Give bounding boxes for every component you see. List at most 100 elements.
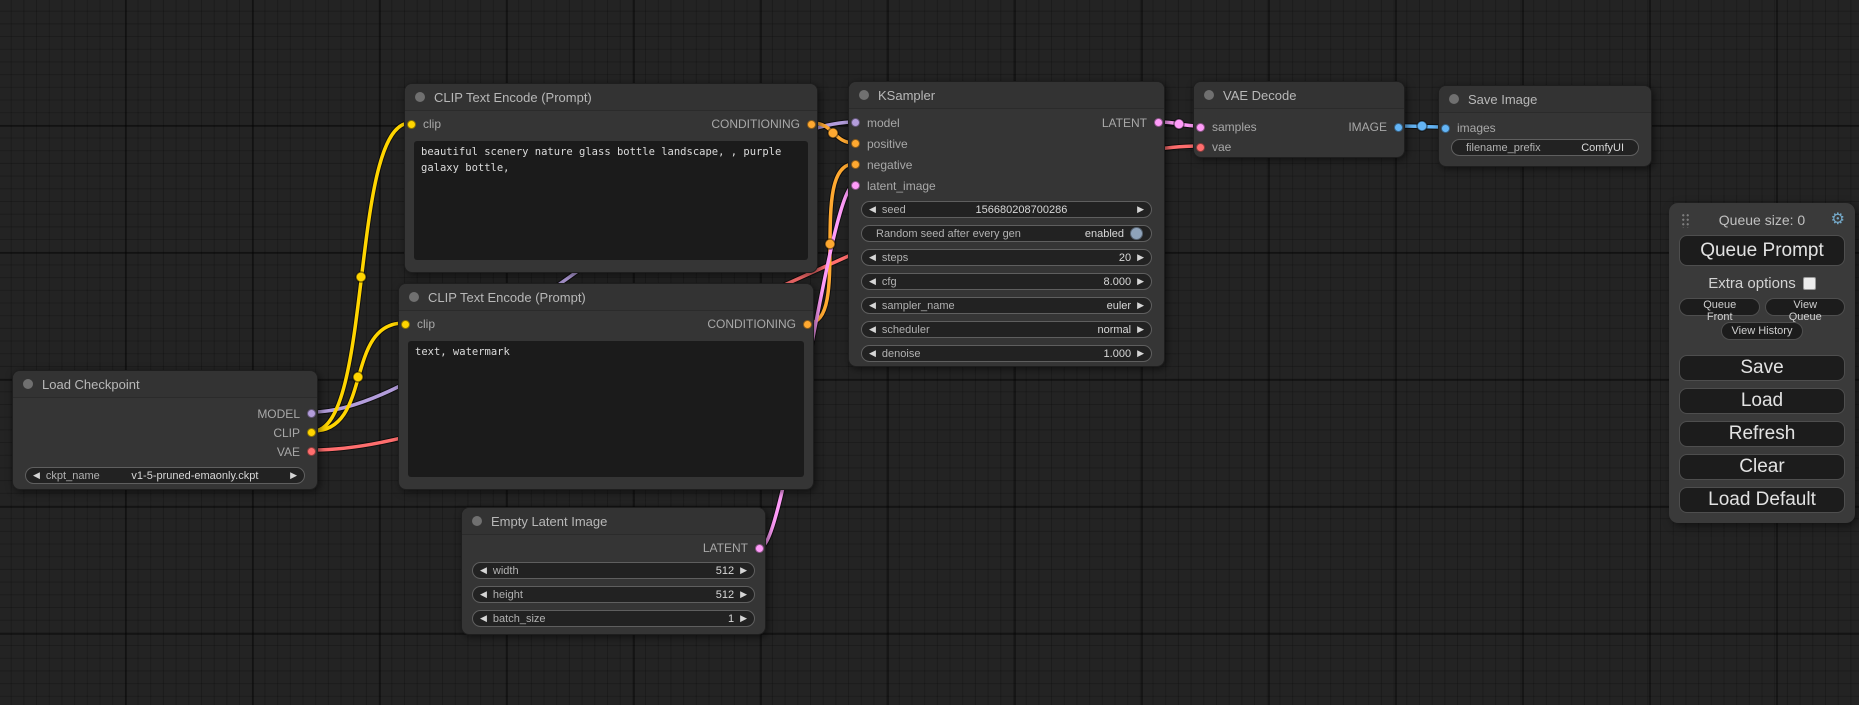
- increment-arrow-icon[interactable]: ▶: [1137, 349, 1144, 358]
- widget-value: enabled: [1085, 228, 1124, 240]
- cfg-widget[interactable]: ◀ cfg 8.000 ▶: [861, 273, 1152, 290]
- toggle-dot-icon[interactable]: [1130, 227, 1143, 240]
- input-slot-samples[interactable]: [1196, 123, 1205, 132]
- widget-label: steps: [882, 252, 908, 264]
- drag-handle-icon[interactable]: [1681, 213, 1690, 228]
- save-button[interactable]: Save: [1679, 355, 1845, 381]
- decrement-arrow-icon[interactable]: ◀: [869, 253, 876, 262]
- load-button[interactable]: Load: [1679, 388, 1845, 414]
- output-slot-latent[interactable]: [755, 544, 764, 553]
- random-seed-toggle-widget[interactable]: Random seed after every gen enabled: [861, 225, 1152, 242]
- increment-arrow-icon[interactable]: ▶: [740, 566, 747, 575]
- decrement-arrow-icon[interactable]: ◀: [869, 349, 876, 358]
- output-slot-latent[interactable]: [1154, 118, 1163, 127]
- queue-prompt-button[interactable]: Queue Prompt: [1679, 235, 1845, 266]
- decrement-arrow-icon[interactable]: ◀: [869, 301, 876, 310]
- node-load-checkpoint[interactable]: Load Checkpoint MODEL CLIP VAE ◀ ckpt_na…: [12, 370, 318, 490]
- node-empty-latent-image[interactable]: Empty Latent Image LATENT ◀ width 512 ▶ …: [461, 507, 766, 635]
- node-title: CLIP Text Encode (Prompt): [434, 90, 592, 105]
- output-slot-image[interactable]: [1394, 123, 1403, 132]
- output-slot-conditioning[interactable]: [807, 120, 816, 129]
- input-slot-model[interactable]: [851, 118, 860, 127]
- collapse-dot-icon[interactable]: [23, 379, 33, 389]
- view-queue-button[interactable]: View Queue: [1765, 298, 1845, 316]
- sampler-name-widget[interactable]: ◀ sampler_name euler ▶: [861, 297, 1152, 314]
- widget-value: normal: [1097, 324, 1131, 336]
- seed-widget[interactable]: ◀ seed 156680208700286 ▶: [861, 201, 1152, 218]
- collapse-dot-icon[interactable]: [1449, 94, 1459, 104]
- output-slot-clip[interactable]: [307, 428, 316, 437]
- input-slot-clip[interactable]: [407, 120, 416, 129]
- node-header[interactable]: VAE Decode: [1194, 82, 1404, 109]
- scheduler-widget[interactable]: ◀ scheduler normal ▶: [861, 321, 1152, 338]
- node-header[interactable]: KSampler: [849, 82, 1164, 109]
- filename-prefix-widget[interactable]: filename_prefix ComfyUI: [1451, 139, 1639, 156]
- extra-options-checkbox[interactable]: [1803, 277, 1816, 290]
- collapse-dot-icon[interactable]: [409, 292, 419, 302]
- load-default-button[interactable]: Load Default: [1679, 487, 1845, 513]
- node-vae-decode[interactable]: VAE Decode samples IMAGE vae: [1193, 81, 1405, 158]
- queue-front-button[interactable]: Queue Front: [1679, 298, 1760, 316]
- increment-arrow-icon[interactable]: ▶: [290, 471, 297, 480]
- decrement-arrow-icon[interactable]: ◀: [480, 566, 487, 575]
- widget-label: ckpt_name: [46, 470, 100, 482]
- increment-arrow-icon[interactable]: ▶: [740, 614, 747, 623]
- output-slot-conditioning[interactable]: [803, 320, 812, 329]
- collapse-dot-icon[interactable]: [415, 92, 425, 102]
- increment-arrow-icon[interactable]: ▶: [740, 590, 747, 599]
- refresh-button[interactable]: Refresh: [1679, 421, 1845, 447]
- widget-label: batch_size: [493, 613, 546, 625]
- ckpt-name-widget[interactable]: ◀ ckpt_name v1-5-pruned-emaonly.ckpt ▶: [25, 467, 305, 484]
- collapse-dot-icon[interactable]: [1204, 90, 1214, 100]
- node-header[interactable]: CLIP Text Encode (Prompt): [399, 284, 813, 311]
- decrement-arrow-icon[interactable]: ◀: [33, 471, 40, 480]
- increment-arrow-icon[interactable]: ▶: [1137, 253, 1144, 262]
- input-slot-positive[interactable]: [851, 139, 860, 148]
- output-label-vae: VAE: [277, 445, 300, 459]
- node-clip-text-encode-positive[interactable]: CLIP Text Encode (Prompt) clip CONDITION…: [404, 83, 818, 273]
- collapse-dot-icon[interactable]: [472, 516, 482, 526]
- output-label-latent: LATENT: [703, 541, 748, 555]
- input-slot-clip[interactable]: [401, 320, 410, 329]
- decrement-arrow-icon[interactable]: ◀: [480, 614, 487, 623]
- link-midpoint-dot: [353, 372, 363, 382]
- batch-size-widget[interactable]: ◀ batch_size 1 ▶: [472, 610, 755, 627]
- prompt-textarea[interactable]: beautiful scenery nature glass bottle la…: [414, 141, 808, 260]
- clear-button[interactable]: Clear: [1679, 454, 1845, 480]
- widget-label: denoise: [882, 348, 921, 360]
- width-widget[interactable]: ◀ width 512 ▶: [472, 562, 755, 579]
- input-slot-negative[interactable]: [851, 160, 860, 169]
- graph-canvas[interactable]: Load Checkpoint MODEL CLIP VAE ◀ ckpt_na…: [0, 0, 1859, 705]
- node-ksampler[interactable]: KSampler model LATENT positive negative …: [848, 81, 1165, 367]
- node-header[interactable]: CLIP Text Encode (Prompt): [405, 84, 817, 111]
- input-label-samples: samples: [1212, 120, 1257, 134]
- widget-label: height: [493, 589, 523, 601]
- increment-arrow-icon[interactable]: ▶: [1137, 325, 1144, 334]
- decrement-arrow-icon[interactable]: ◀: [869, 277, 876, 286]
- input-slot-images[interactable]: [1441, 124, 1450, 133]
- denoise-widget[interactable]: ◀ denoise 1.000 ▶: [861, 345, 1152, 362]
- height-widget[interactable]: ◀ height 512 ▶: [472, 586, 755, 603]
- node-header[interactable]: Empty Latent Image: [462, 508, 765, 535]
- output-slot-model[interactable]: [307, 409, 316, 418]
- node-title: CLIP Text Encode (Prompt): [428, 290, 586, 305]
- prompt-textarea[interactable]: text, watermark: [408, 341, 804, 477]
- decrement-arrow-icon[interactable]: ◀: [480, 590, 487, 599]
- output-label-clip: CLIP: [273, 426, 300, 440]
- input-slot-latent-image[interactable]: [851, 181, 860, 190]
- node-save-image[interactable]: Save Image images filename_prefix ComfyU…: [1438, 85, 1652, 167]
- node-header[interactable]: Load Checkpoint: [13, 371, 317, 398]
- increment-arrow-icon[interactable]: ▶: [1137, 205, 1144, 214]
- output-slot-vae[interactable]: [307, 447, 316, 456]
- node-header[interactable]: Save Image: [1439, 86, 1651, 113]
- decrement-arrow-icon[interactable]: ◀: [869, 205, 876, 214]
- node-clip-text-encode-negative[interactable]: CLIP Text Encode (Prompt) clip CONDITION…: [398, 283, 814, 490]
- steps-widget[interactable]: ◀ steps 20 ▶: [861, 249, 1152, 266]
- decrement-arrow-icon[interactable]: ◀: [869, 325, 876, 334]
- increment-arrow-icon[interactable]: ▶: [1137, 277, 1144, 286]
- settings-gear-icon[interactable]: ⚙: [1831, 209, 1845, 231]
- collapse-dot-icon[interactable]: [859, 90, 869, 100]
- increment-arrow-icon[interactable]: ▶: [1137, 301, 1144, 310]
- view-history-button[interactable]: View History: [1721, 322, 1804, 340]
- input-slot-vae[interactable]: [1196, 143, 1205, 152]
